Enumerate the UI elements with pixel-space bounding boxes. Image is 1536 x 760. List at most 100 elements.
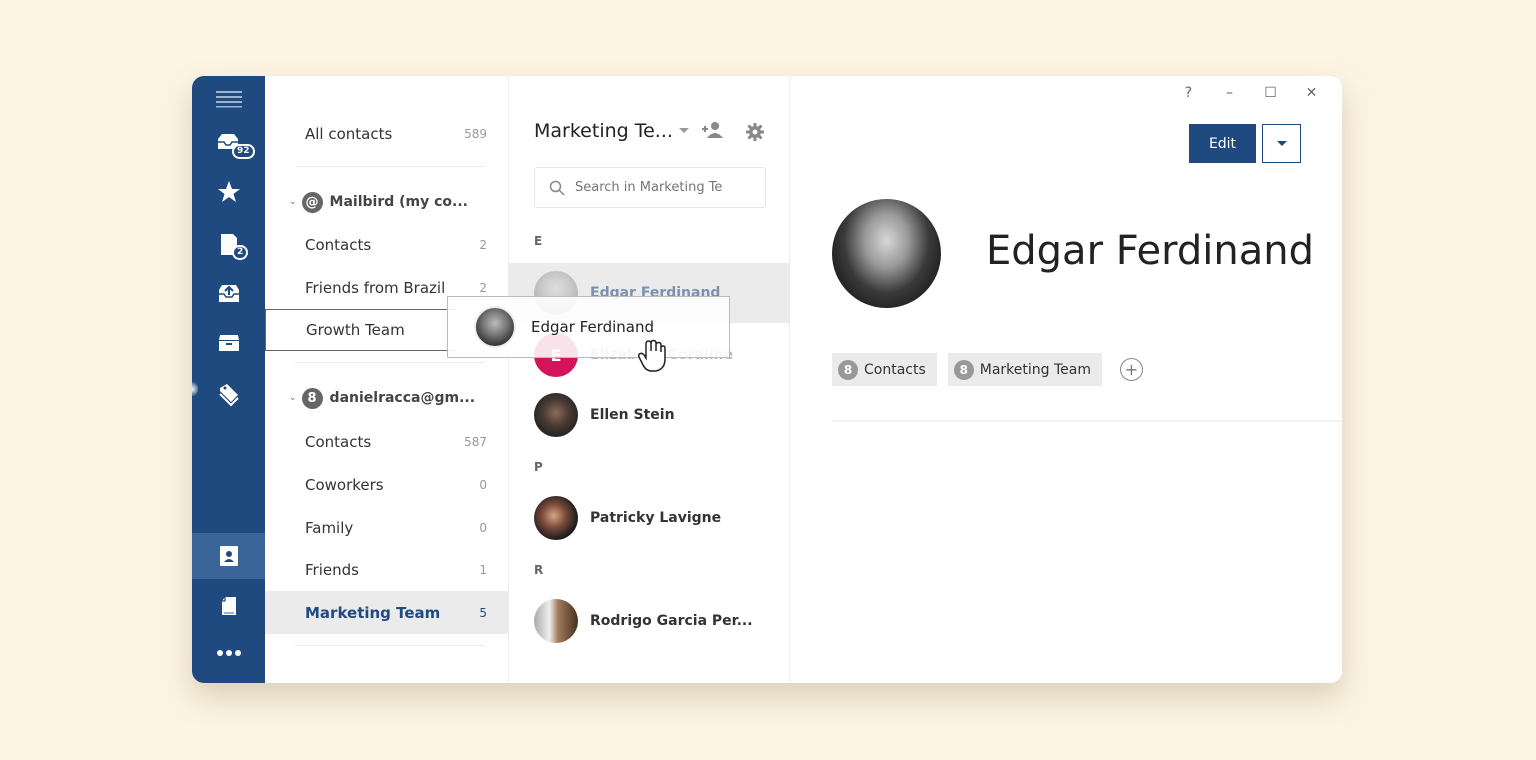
caret-down-icon[interactable] xyxy=(679,128,689,133)
plus-icon: + xyxy=(1124,359,1139,379)
caret-down-icon xyxy=(1276,141,1287,146)
account-name: Mailbird (my co... xyxy=(329,194,469,210)
folder-coworkers[interactable]: Coworkers 0 xyxy=(265,465,509,505)
help-button[interactable]: ? xyxy=(1168,82,1209,104)
app-window: 92 2 All contacts 589 ⌄ @ Mailbird (my c… xyxy=(192,76,1342,683)
group-title-text: Marketing Te... xyxy=(534,120,673,142)
folder-friends[interactable]: Friends 1 xyxy=(265,550,509,590)
avatar xyxy=(534,599,578,643)
group-chip-label: Marketing Team xyxy=(979,361,1091,378)
inbox-button[interactable]: 92 xyxy=(192,121,265,167)
contact-name: Patricky Lavigne xyxy=(590,510,722,526)
sent-button[interactable] xyxy=(192,270,265,316)
group-title[interactable]: Marketing Te... xyxy=(534,120,673,142)
more-button[interactable] xyxy=(192,630,265,676)
minimize-button[interactable]: – xyxy=(1209,82,1250,104)
more-dots-icon xyxy=(216,650,241,656)
edit-options-dropdown[interactable] xyxy=(1262,124,1301,163)
starred-button[interactable] xyxy=(192,169,265,215)
notes-button[interactable] xyxy=(192,584,265,630)
archive-box-icon xyxy=(218,335,239,351)
archive-button[interactable] xyxy=(192,319,265,365)
folder-label: Marketing Team xyxy=(305,603,441,622)
google-icon: 8 xyxy=(838,359,858,380)
avatar xyxy=(534,496,578,540)
section-letter: R xyxy=(534,563,544,577)
menu-button[interactable] xyxy=(192,76,265,122)
folder-growth-team[interactable]: Growth Team xyxy=(265,309,455,351)
folder-count: 0 xyxy=(479,478,487,492)
folder-gmail-contacts[interactable]: Contacts 587 xyxy=(265,422,509,462)
group-chip-marketing-team[interactable]: 8 Marketing Team xyxy=(947,353,1102,386)
drag-ghost: Edgar Ferdinand xyxy=(447,296,730,358)
add-group-button[interactable]: + xyxy=(1120,358,1143,381)
folder-label: Friends from Brazil xyxy=(305,279,446,297)
folder-count: 5 xyxy=(479,605,487,620)
star-icon xyxy=(217,181,240,202)
folder-all-contacts[interactable]: All contacts 589 xyxy=(265,114,509,154)
divider xyxy=(832,420,1342,422)
folder-mailbird-contacts[interactable]: Contacts 2 xyxy=(265,225,509,265)
folder-label: Friends xyxy=(305,561,359,579)
folder-label: Contacts xyxy=(305,236,372,254)
hamburger-menu-icon xyxy=(215,91,242,108)
drafts-badge: 2 xyxy=(232,245,249,260)
group-chip-contacts[interactable]: 8 Contacts xyxy=(832,353,937,386)
nav-rail: 92 2 xyxy=(192,76,265,683)
contact-row-patricky[interactable]: Patricky Lavigne xyxy=(509,488,790,548)
edit-button[interactable]: Edit xyxy=(1189,124,1256,163)
contact-photo xyxy=(832,199,941,308)
contact-full-name: Edgar Ferdinand xyxy=(986,228,1315,274)
account-mailbird[interactable]: ⌄ @ Mailbird (my co... xyxy=(265,182,509,222)
folder-count: 2 xyxy=(479,238,487,252)
section-letter: P xyxy=(534,460,543,474)
drafts-button[interactable]: 2 xyxy=(192,221,265,267)
folder-label: All contacts xyxy=(305,125,393,143)
contact-row-rodrigo[interactable]: Rodrigo Garcia Per... xyxy=(509,591,790,651)
contact-groups: 8 Contacts 8 Marketing Team + xyxy=(832,353,1143,386)
close-button[interactable]: ✕ xyxy=(1291,82,1332,104)
group-chip-label: Contacts xyxy=(864,361,926,378)
folder-label: Family xyxy=(305,519,354,537)
folder-count: 587 xyxy=(464,435,487,449)
folder-count: 1 xyxy=(479,563,487,577)
mailbird-account-icon: @ xyxy=(301,191,323,213)
search-icon xyxy=(549,180,565,196)
contact-detail-pane: ? – ☐ ✕ Edit Edgar Ferdinand 8 Contacts … xyxy=(790,76,1342,683)
contact-row-ellen[interactable]: Ellen Stein xyxy=(509,385,790,445)
google-account-icon: 8 xyxy=(301,387,323,409)
chevron-down-icon[interactable]: ⌄ xyxy=(289,197,297,207)
add-person-icon[interactable] xyxy=(699,120,725,140)
folder-family[interactable]: Family 0 xyxy=(265,508,509,548)
window-controls: ? – ☐ ✕ xyxy=(1168,82,1332,104)
divider xyxy=(295,362,485,363)
divider xyxy=(295,166,485,167)
outbox-tray-icon xyxy=(218,285,239,302)
hand-cursor-icon xyxy=(637,339,666,372)
contacts-button[interactable] xyxy=(192,533,265,579)
search-field[interactable] xyxy=(534,167,766,208)
contact-folders-panel: All contacts 589 ⌄ @ Mailbird (my co... … xyxy=(265,76,509,683)
maximize-button[interactable]: ☐ xyxy=(1250,82,1291,104)
gear-icon[interactable] xyxy=(745,122,765,142)
drag-ghost-label: Edgar Ferdinand xyxy=(531,318,655,336)
contact-name: Ellen Stein xyxy=(590,407,675,423)
folder-marketing-team[interactable]: Marketing Team 5 xyxy=(265,591,509,634)
folder-label: Coworkers xyxy=(305,476,384,494)
chevron-down-icon[interactable]: ⌄ xyxy=(289,393,297,403)
divider xyxy=(295,645,485,646)
avatar xyxy=(474,306,516,348)
account-gmail[interactable]: ⌄ 8 danielracca@gm... xyxy=(265,378,509,418)
folder-count: 0 xyxy=(479,521,487,535)
folder-count: 589 xyxy=(464,127,487,141)
search-input[interactable] xyxy=(575,180,755,195)
contact-name: Rodrigo Garcia Per... xyxy=(590,613,753,629)
account-name: danielracca@gm... xyxy=(329,390,476,406)
tag-icon xyxy=(218,384,239,407)
contact-list-panel: Marketing Te... E Edgar Ferdinand E Eliz… xyxy=(509,76,790,683)
folder-label: Growth Team xyxy=(306,321,405,339)
contact-card-icon xyxy=(219,546,238,566)
tags-button[interactable] xyxy=(192,372,265,418)
avatar xyxy=(534,393,578,437)
notes-icon xyxy=(221,597,236,615)
